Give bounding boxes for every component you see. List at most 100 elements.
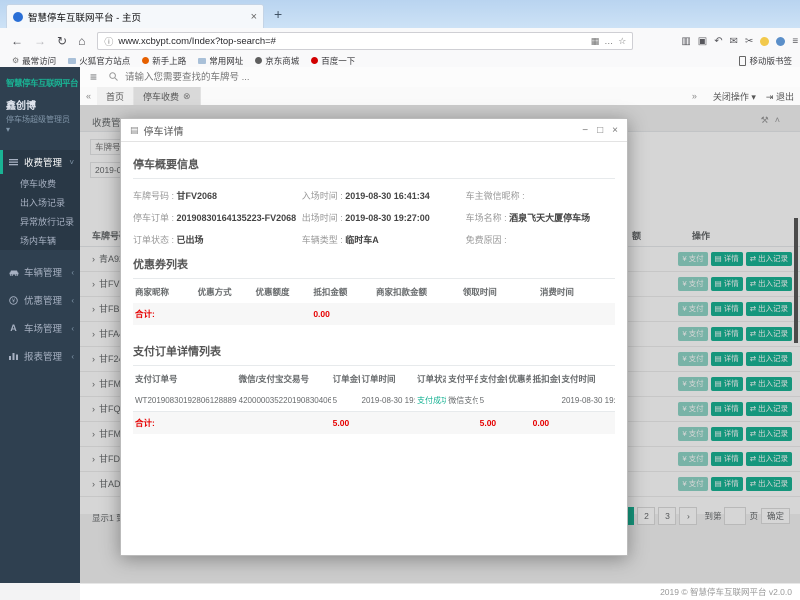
summary-grid: 车牌号码 : 甘FV2068 入场时间 : 2019-08-30 16:41:3… [133,179,615,250]
bookmark-jd[interactable]: 京东商城 [255,55,299,67]
scroll-tabs-right-icon[interactable]: » [692,91,697,101]
summary-section-title: 停车概要信息 [133,150,615,179]
sidebar-item-entry-exit-records[interactable]: 出入场记录 [0,193,80,212]
app-footer: 2019 © 智慧停车互联网平台 v2.0.0 [80,583,800,600]
search-icon [109,68,118,86]
window-icon: ▤ [130,125,139,136]
screenshot-icon[interactable]: ✂ [745,36,753,47]
summary-field: 车辆类型 : 临时车A [302,233,466,246]
url-text[interactable]: www.xcbypt.com/Index?top-search=# [118,36,585,47]
back-icon[interactable]: ← [11,34,23,48]
forward-icon[interactable]: → [34,34,46,48]
coupon-icon: ¥ [8,296,19,305]
copyright-text: 2019 © 智慧停车互联网平台 v2.0.0 [660,586,792,598]
chevron-left-icon: ‹ [71,352,74,361]
tab-parking-charge[interactable]: 停车收费 ⊗ [134,87,201,105]
app-tab-bar: « 首页 停车收费 ⊗ » 关闭操作 ▾ ⇥ 退出 [80,87,800,106]
summary-field: 订单状态 : 已出场 [133,233,302,246]
sidebar-item-discount-mgmt[interactable]: ¥ 优惠管理 ‹ [0,288,80,312]
pocket-icon[interactable]: ✉ [730,36,738,47]
extension-icon-2[interactable] [776,37,785,46]
firefox-icon [142,57,149,64]
logout-button[interactable]: ⇥ 退出 [766,90,794,103]
screen: 智慧停车互联网平台 - 主页 × + ← → ↻ ⌂ ⓘ www.xcbypt.… [0,0,800,600]
extension-icon-1[interactable] [760,37,769,46]
bookmark-baidu[interactable]: 百度一下 [311,55,355,67]
sidebar-item-abnormal-release[interactable]: 异常放行记录 [0,212,80,231]
app-sidebar: 智慧停车互联网平台 鑫创博 停车场超级管理员 ▾ 收费管理 ˅ 停车收费 出入场… [0,67,80,583]
coupon-total-row: 合计: 0.00 [133,303,615,325]
browser-toolbar: ← → ↻ ⌂ ⓘ www.xcbypt.com/Index?top-searc… [0,28,800,55]
payment-total-row: 合计: 5.00 5.00 0.00 [133,412,615,435]
scroll-tabs-left-icon[interactable]: « [86,91,91,101]
sidebar-item-parking-charge[interactable]: 停车收费 [0,174,80,193]
bookmark-getting-started[interactable]: 新手上路 [142,55,186,67]
sidebar-item-vehicles-inside[interactable]: 场内车辆 [0,231,80,250]
bookmark-most-visited[interactable]: ⚙ 最常访问 [12,55,56,67]
tab-close-icon[interactable]: × [251,11,257,23]
sidebar-footer-block [0,583,80,600]
car-icon [8,268,19,276]
sync-icon[interactable]: ↶ [714,36,722,47]
library-icon[interactable]: ▥ [681,36,690,47]
summary-field: 车牌号码 : 甘FV2068 [133,189,302,202]
hamburger-icon[interactable]: ≡ [90,70,97,84]
logout-icon: ⇥ [766,92,774,102]
folder-icon [198,58,206,64]
reload-icon[interactable]: ↻ [57,34,67,48]
maximize-icon[interactable]: □ [597,125,603,136]
letter-a-icon: A [8,323,19,333]
chevron-left-icon: ‹ [71,296,74,305]
sidebar-item-vehicle-mgmt[interactable]: 车辆管理 ‹ [0,260,80,284]
summary-field: 停车订单 : 20190830164135223-FV2068 [133,211,302,224]
tab-home[interactable]: 首页 [97,87,134,105]
mobile-bookmarks[interactable]: 移动版书签 [739,54,792,67]
more-actions-icon[interactable]: … [604,36,613,46]
baidu-icon [311,57,318,64]
sidebar-item-charge-mgmt[interactable]: 收费管理 ˅ [0,150,80,174]
app-brand: 智慧停车互联网平台 [0,67,80,91]
sidebar-item-parkinglot-mgmt[interactable]: A 车场管理 ‹ [0,316,80,340]
minimize-icon[interactable]: − [582,125,588,136]
chevron-left-icon: ‹ [71,324,74,333]
bookmark-firefox-sites[interactable]: 火狐官方站点 [68,55,130,67]
payment-status: 支付成功 [415,390,446,412]
tab-close-icon[interactable]: ⊗ [183,91,191,102]
payment-section-title: 支付订单详情列表 [133,337,615,366]
sidebar-toggle-icon[interactable]: ▣ [698,36,707,47]
site-info-icon[interactable]: ⓘ [104,35,113,48]
sidebar-item-report-mgmt[interactable]: 报表管理 ‹ [0,344,80,368]
site-favicon-icon [13,12,23,22]
bar-chart-icon [8,352,19,360]
browser-titlebar: 智慧停车互联网平台 - 主页 × + [0,0,800,28]
chevron-down-icon: ˅ [69,158,74,167]
payment-table: 支付订单号微信/支付宝交易号 订单金额订单时间 订单状态支付平台 支付金额优惠券… [133,366,615,434]
summary-field: 入场时间 : 2019-08-30 16:41:34 [302,189,466,202]
bookmarks-bar: ⚙ 最常访问 火狐官方站点 新手上路 常用网址 京东商城 百度一下 移动版书签 [0,54,800,68]
summary-field: 免费原因 : [466,233,615,246]
gear-icon: ⚙ [12,56,19,65]
app-topbar: ≡ [80,67,800,87]
user-role-dropdown[interactable]: 停车场超级管理员 ▾ [0,112,80,134]
folder-icon [68,58,76,64]
menu-icon[interactable]: ≡ [792,36,798,47]
search-input[interactable] [123,71,427,84]
parking-detail-modal: ▤ 停车详情 − □ × 停车概要信息 车牌号码 : 甘FV2068 入场时间 … [120,118,628,556]
chevron-left-icon: ‹ [71,268,74,277]
coupon-section-title: 优惠券列表 [133,250,615,279]
page-action-icon[interactable]: ▦ [591,36,600,47]
close-icon[interactable]: × [612,125,618,136]
url-bar[interactable]: ⓘ www.xcbypt.com/Index?top-search=# ▦ … … [97,32,633,50]
bookmark-common-sites[interactable]: 常用网址 [198,55,243,67]
close-operations-dropdown[interactable]: 关闭操作 ▾ [713,90,756,103]
bookmark-star-icon[interactable]: ☆ [618,36,626,47]
phone-icon [739,56,746,66]
coupon-table: 商家昵称优惠方式 优惠额度抵扣金额 商家扣款金额领取时间 消费时间 合计: 0.… [133,279,615,325]
new-tab-button[interactable]: + [274,6,282,22]
scrollbar-thumb[interactable] [794,218,798,343]
modal-header[interactable]: ▤ 停车详情 − □ × [121,119,627,142]
jd-icon [255,57,262,64]
home-icon[interactable]: ⌂ [78,34,85,48]
browser-tab[interactable]: 智慧停车互联网平台 - 主页 × [6,4,264,28]
user-name: 鑫创博 [0,91,80,112]
